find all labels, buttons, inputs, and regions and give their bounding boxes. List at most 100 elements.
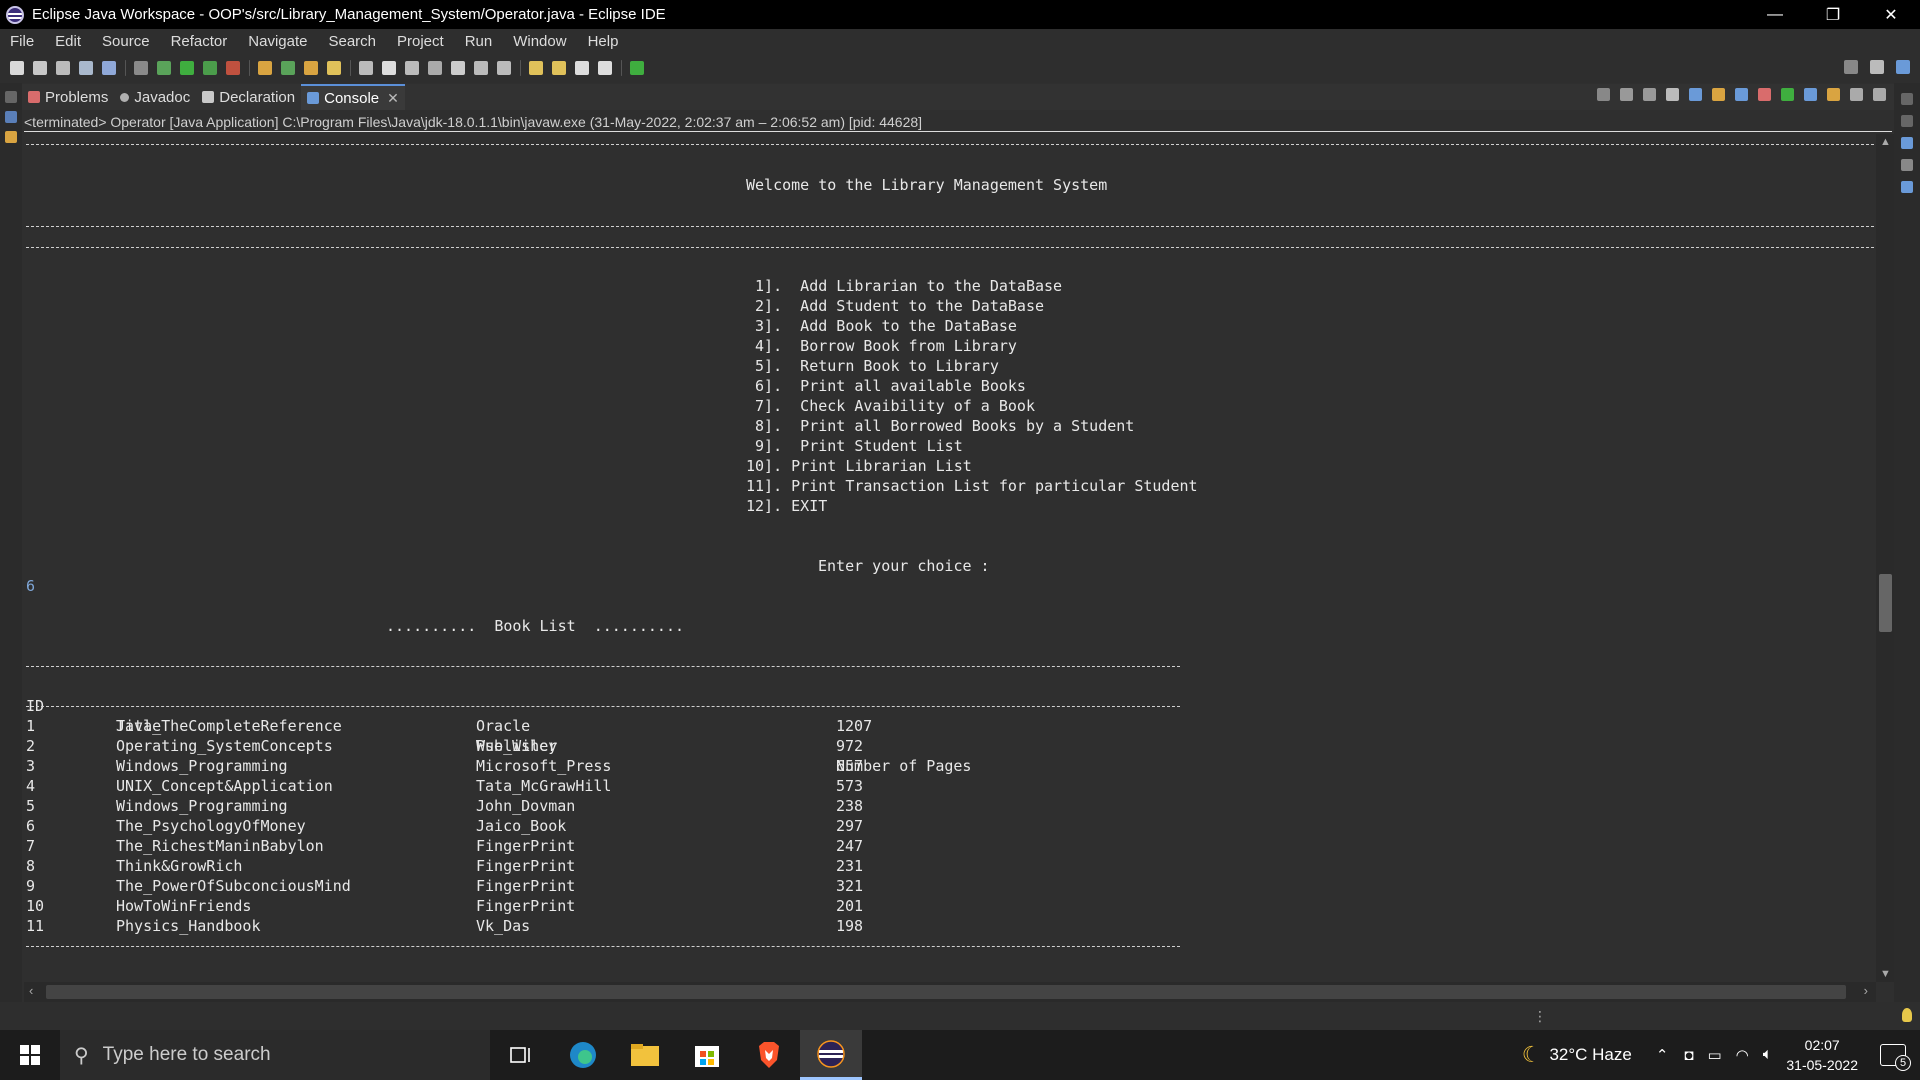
scroll-thumb[interactable] — [46, 985, 1846, 999]
coverage-icon[interactable] — [203, 61, 217, 75]
restore-button[interactable]: ❐ — [1804, 0, 1862, 29]
scroll-left-icon[interactable]: ‹ — [29, 983, 33, 998]
restore-view-icon[interactable] — [5, 91, 17, 103]
show-hidden-icons-icon[interactable]: ⌃ — [1656, 1046, 1669, 1064]
scroll-lock-icon[interactable] — [1689, 88, 1702, 101]
new-dropdown-icon[interactable] — [33, 61, 47, 75]
tab-problems[interactable]: Problems — [22, 84, 114, 110]
save-all-icon[interactable] — [79, 61, 93, 75]
clock[interactable]: 02:07 31-05-2022 — [1786, 1035, 1858, 1075]
word-wrap-icon[interactable] — [1712, 88, 1725, 101]
debug-icon[interactable] — [157, 61, 171, 75]
pin-editor-icon[interactable] — [630, 61, 644, 75]
brave-button[interactable] — [738, 1030, 800, 1080]
open-perspective-icon[interactable] — [1870, 60, 1884, 74]
restore-view-icon[interactable] — [1901, 93, 1913, 105]
last-edit-icon[interactable] — [529, 61, 543, 75]
show-on-output-icon[interactable] — [1735, 88, 1748, 101]
book-publisher: Wse_Wiley — [476, 737, 558, 755]
annotation-icon[interactable] — [382, 61, 396, 75]
more-icon[interactable]: ⋮ — [1533, 1008, 1547, 1025]
book-title: HowToWinFriends — [116, 897, 252, 915]
scroll-up-icon[interactable]: ▲ — [1880, 136, 1891, 148]
close-tab-icon[interactable]: ✕ — [387, 90, 399, 107]
remove-all-icon[interactable] — [1643, 88, 1656, 101]
toggle-mark-icon[interactable] — [359, 61, 373, 75]
menu-source[interactable]: Source — [92, 33, 161, 50]
scroll-right-icon[interactable]: › — [1864, 983, 1868, 998]
menu-project[interactable]: Project — [387, 33, 455, 50]
edge-button[interactable] — [552, 1030, 614, 1080]
whitespace-icon[interactable] — [428, 61, 442, 75]
block-selection-icon[interactable] — [405, 61, 419, 75]
external-tools-icon[interactable] — [226, 61, 240, 75]
menu-edit[interactable]: Edit — [45, 33, 92, 50]
task-list-icon[interactable] — [1901, 137, 1913, 149]
menu-window[interactable]: Window — [503, 33, 577, 50]
next-annotation-icon[interactable] — [474, 61, 488, 75]
minimize-button[interactable]: — — [1746, 0, 1804, 29]
volume-icon[interactable]: 🔈︎ — [1763, 1046, 1773, 1064]
new-package-icon[interactable] — [281, 61, 295, 75]
scroll-down-icon[interactable]: ▼ — [1880, 968, 1891, 980]
open-type-icon[interactable] — [304, 61, 318, 75]
taskbar-search[interactable]: ⚲ Type here to search — [60, 1030, 490, 1080]
eclipse-button[interactable] — [800, 1030, 862, 1080]
show-on-error-icon[interactable] — [1758, 88, 1771, 101]
start-button[interactable] — [0, 1030, 60, 1080]
meet-now-icon[interactable]: ◘ — [1684, 1047, 1693, 1064]
minimize-view-icon[interactable] — [1850, 88, 1863, 101]
remove-launch-icon[interactable] — [1620, 88, 1633, 101]
restore-view-icon[interactable] — [1901, 159, 1913, 171]
pilcrow-icon[interactable] — [451, 61, 465, 75]
horizontal-scrollbar[interactable]: ‹ › — [24, 982, 1876, 1002]
maximize-view-icon[interactable] — [1873, 88, 1886, 101]
terminate-icon[interactable] — [1597, 88, 1610, 101]
task-view-button[interactable] — [490, 1030, 552, 1080]
forward-icon[interactable] — [598, 61, 612, 75]
tip-bulb-icon[interactable] — [1902, 1008, 1912, 1022]
save-icon[interactable] — [56, 61, 70, 75]
open-console-icon[interactable] — [1827, 88, 1840, 101]
scroll-thumb[interactable] — [1879, 574, 1892, 632]
package-explorer-icon[interactable] — [5, 131, 17, 143]
close-button[interactable]: ✕ — [1862, 0, 1920, 29]
clear-console-icon[interactable] — [1666, 88, 1679, 101]
run-icon[interactable] — [180, 61, 194, 75]
terminal-icon[interactable] — [102, 61, 116, 75]
menu-file[interactable]: File — [0, 33, 45, 50]
tab-javadoc[interactable]: Javadoc — [114, 84, 196, 110]
display-console-icon[interactable] — [1804, 88, 1817, 101]
outline-view-icon[interactable] — [1901, 181, 1913, 193]
search-icon[interactable] — [1844, 60, 1858, 74]
tab-console[interactable]: Console ✕ — [301, 84, 405, 110]
skip-breakpoints-icon[interactable] — [134, 61, 148, 75]
new-java-project-icon[interactable] — [258, 61, 272, 75]
tab-declaration[interactable]: Declaration — [196, 84, 301, 110]
menu-run[interactable]: Run — [455, 33, 504, 50]
menu-navigate[interactable]: Navigate — [238, 33, 318, 50]
search-toolbar-icon[interactable] — [327, 61, 341, 75]
menu-help[interactable]: Help — [578, 33, 630, 50]
battery-icon[interactable]: ▭ — [1707, 1046, 1721, 1064]
maximize-view-icon[interactable] — [1901, 115, 1913, 127]
forward-edit-icon[interactable] — [552, 61, 566, 75]
file-explorer-button[interactable] — [614, 1030, 676, 1080]
book-pages: 201 — [836, 897, 864, 915]
book-title: Windows_Programming — [116, 757, 288, 775]
notification-center-icon[interactable]: 5 — [1880, 1044, 1911, 1071]
prev-annotation-icon[interactable] — [497, 61, 511, 75]
weather-text[interactable]: 32°C Haze — [1549, 1045, 1631, 1065]
back-icon[interactable] — [575, 61, 589, 75]
weather-moon-icon[interactable]: ☾ — [1522, 1042, 1542, 1068]
menu-refactor[interactable]: Refactor — [161, 33, 239, 50]
java-perspective-icon[interactable] — [1896, 60, 1910, 74]
outline-icon[interactable] — [5, 111, 17, 123]
menu-search[interactable]: Search — [318, 33, 387, 50]
store-button[interactable] — [676, 1030, 738, 1080]
pin-console-icon[interactable] — [1781, 88, 1794, 101]
vertical-scrollbar[interactable]: ▲ ▼ — [1876, 134, 1894, 982]
console-output[interactable]: Welcome to the Library Management System… — [24, 134, 1876, 982]
new-icon[interactable] — [10, 61, 24, 75]
wifi-icon[interactable]: ◠ — [1736, 1046, 1749, 1064]
